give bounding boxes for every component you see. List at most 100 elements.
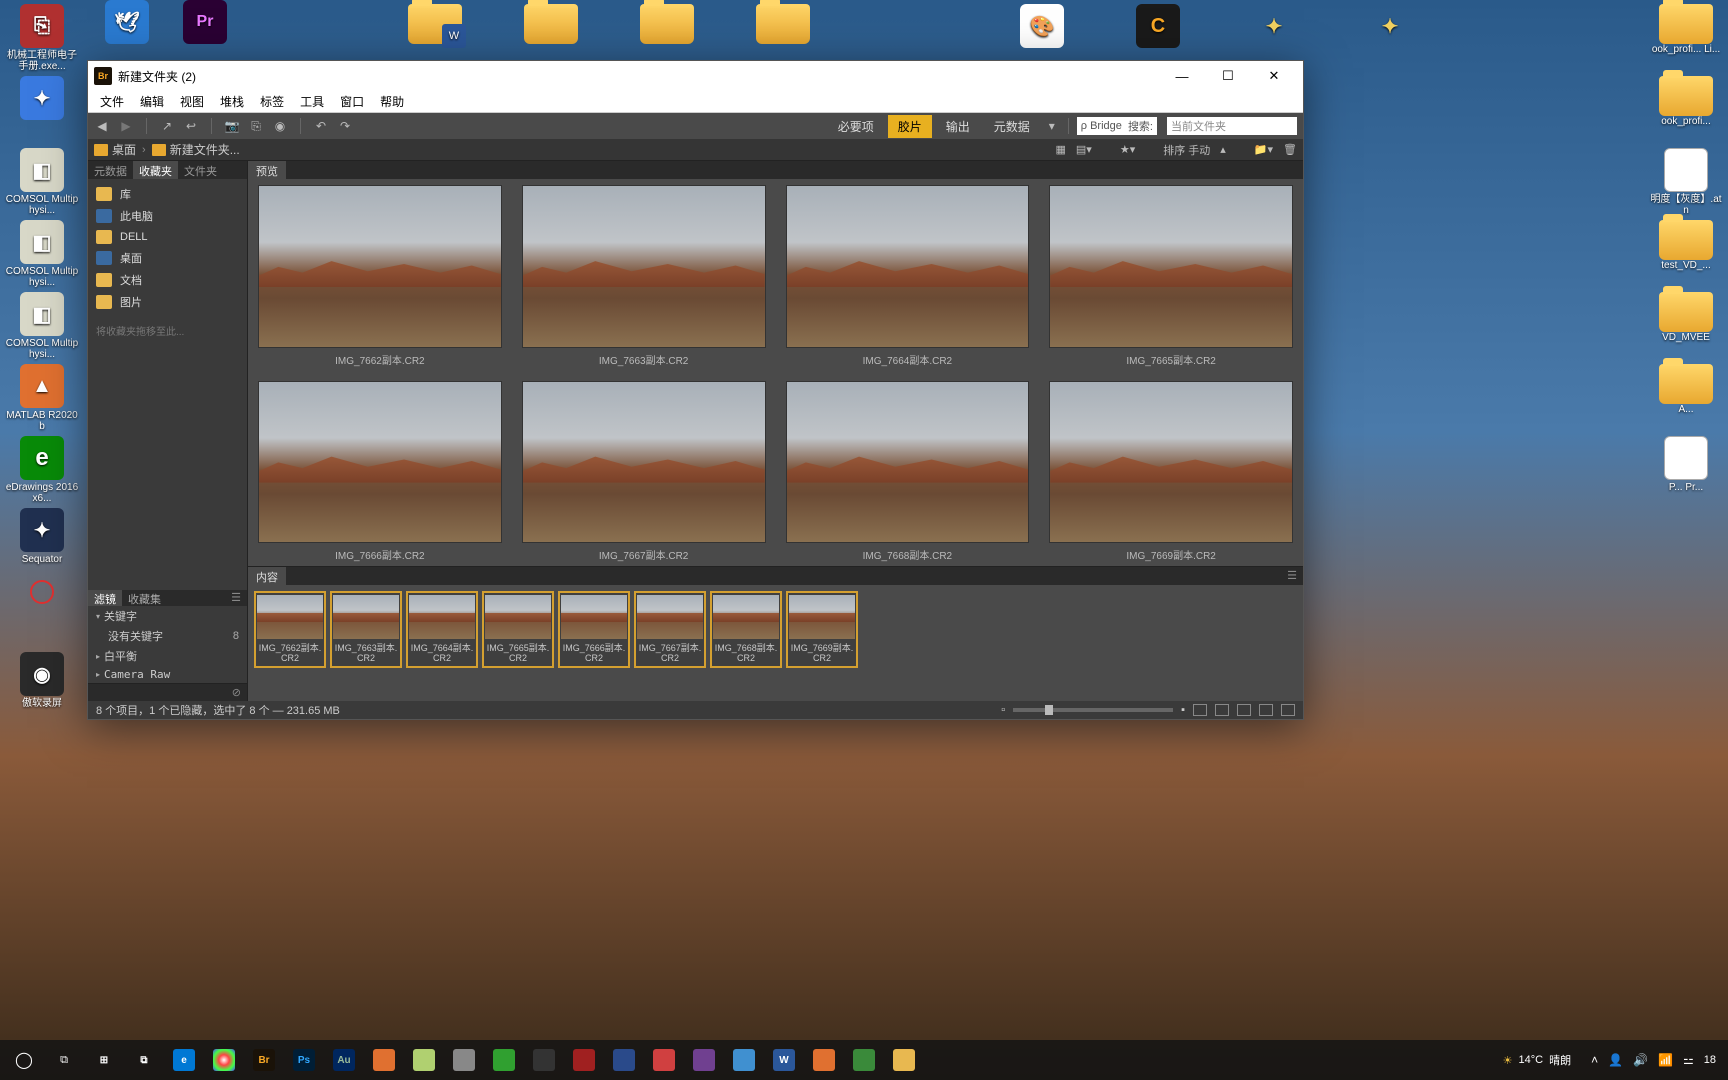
preview-grid[interactable]: IMG_7662副本.CR2IMG_7663副本.CR2IMG_7664副本.C… [248, 179, 1303, 566]
menu-window[interactable]: 窗口 [332, 91, 372, 112]
rotate-ccw-icon[interactable]: ↶ [313, 118, 329, 134]
thumbnail-image[interactable] [522, 185, 766, 348]
path-desktop[interactable]: 桌面 [112, 141, 136, 158]
tab-metadata[interactable]: 元数据 [88, 161, 133, 179]
desktop-icon[interactable]: ✦ [1351, 0, 1429, 72]
fav-pictures[interactable]: 图片 [88, 291, 247, 313]
tray-chevron-icon[interactable]: ˄ [1591, 1053, 1598, 1067]
desktop-folder[interactable]: ook_profi... Li... [1647, 0, 1725, 72]
taskbar-app[interactable] [204, 1040, 244, 1080]
taskbar-app[interactable] [404, 1040, 444, 1080]
taskbar-app[interactable] [724, 1040, 764, 1080]
thumbnail-image[interactable] [1049, 185, 1293, 348]
thumbnail[interactable]: IMG_7667副本.CR2 [522, 381, 766, 563]
start-button[interactable]: ◯ [4, 1040, 44, 1080]
thumb-larger-icon[interactable]: ▪ [1181, 704, 1185, 716]
search-input[interactable]: 当前文件夹 [1167, 117, 1297, 135]
thumbnail[interactable]: IMG_7666副本.CR2 [258, 381, 502, 563]
taskbar-app[interactable]: Au [324, 1040, 364, 1080]
filter-cameraraw[interactable]: ▸Camera Raw [88, 666, 247, 683]
thumbnail[interactable]: IMG_7662副本.CR2 [258, 185, 502, 367]
strip-thumbnail[interactable]: IMG_7663副本.CR2 [330, 591, 402, 668]
menu-stacks[interactable]: 堆栈 [212, 91, 252, 112]
panel-menu-icon[interactable]: ☰ [225, 590, 247, 606]
search-scope[interactable]: ρ Bridge 搜索: [1077, 117, 1157, 135]
thumbnail-image[interactable] [522, 381, 766, 544]
thumbnail-image[interactable] [258, 185, 502, 348]
taskbar-app[interactable] [364, 1040, 404, 1080]
view-thumb-icon[interactable] [1237, 704, 1251, 716]
taskbar-app[interactable] [844, 1040, 884, 1080]
filter-no-keywords[interactable]: 没有关键字8 [88, 626, 247, 646]
sort-label[interactable]: 排序 手动 [1163, 142, 1210, 158]
desktop-folder[interactable]: A... [1647, 360, 1725, 432]
star-filter-icon[interactable]: ★▾ [1120, 143, 1135, 156]
tray-volume-icon[interactable]: 🔊 [1633, 1053, 1648, 1067]
tab-collections[interactable]: 收藏集 [122, 590, 167, 606]
thumbnail-image[interactable] [786, 185, 1030, 348]
taskbar-app[interactable]: Br [244, 1040, 284, 1080]
workspace-metadata[interactable]: 元数据 [984, 115, 1040, 138]
strip-image[interactable] [485, 595, 551, 639]
desktop-icon[interactable]: ✦ [3, 72, 81, 144]
maximize-button[interactable]: ☐ [1205, 61, 1251, 91]
taskbar-app[interactable] [644, 1040, 684, 1080]
workspace-output[interactable]: 输出 [936, 115, 980, 138]
tab-content[interactable]: 内容 [248, 567, 286, 585]
taskbar-app[interactable] [484, 1040, 524, 1080]
menu-label[interactable]: 标签 [252, 91, 292, 112]
sort-direction-icon[interactable]: ▴ [1220, 143, 1226, 156]
taskbar-app[interactable] [884, 1040, 924, 1080]
desktop-icon-premiere[interactable]: Pr [166, 0, 244, 46]
output-icon[interactable]: ◉ [272, 118, 288, 134]
desktop-folder[interactable]: test_VD_... [1647, 216, 1725, 288]
taskbar-app[interactable]: ⊞ [84, 1040, 124, 1080]
tab-favorites[interactable]: 收藏夹 [133, 161, 178, 179]
taskbar-app[interactable] [604, 1040, 644, 1080]
thumbnail[interactable]: IMG_7668副本.CR2 [786, 381, 1030, 563]
tray-network-icon[interactable]: 📶 [1658, 1053, 1673, 1067]
desktop-icon[interactable]: ✦Sequator [3, 504, 81, 576]
refine-icon[interactable]: ⎘ [248, 118, 264, 134]
clock[interactable]: 18 [1704, 1054, 1716, 1066]
strip-image[interactable] [789, 595, 855, 639]
close-button[interactable]: ✕ [1251, 61, 1297, 91]
view-lock-icon[interactable] [1193, 704, 1207, 716]
desktop-folder[interactable]: VD_MVEE [1647, 288, 1725, 360]
strip-thumbnail[interactable]: IMG_7668副本.CR2 [710, 591, 782, 668]
cancel-icon[interactable]: ⊘ [232, 686, 241, 699]
reveal-icon[interactable]: ↗ [159, 118, 175, 134]
workspace-more-icon[interactable]: ▾ [1044, 118, 1060, 134]
menu-view[interactable]: 视图 [172, 91, 212, 112]
desktop-icon[interactable] [3, 576, 81, 648]
taskbar-app[interactable] [804, 1040, 844, 1080]
weather-widget[interactable]: ☀ 14°C 晴朗 [1503, 1052, 1571, 1068]
strip-thumbnail[interactable]: IMG_7667副本.CR2 [634, 591, 706, 668]
thumbnail-image[interactable] [786, 381, 1030, 544]
strip-image[interactable] [333, 595, 399, 639]
back-icon[interactable]: ◀ [94, 118, 110, 134]
tab-folders[interactable]: 文件夹 [178, 161, 223, 179]
strip-thumbnail[interactable]: IMG_7669副本.CR2 [786, 591, 858, 668]
taskbar-app[interactable]: e [164, 1040, 204, 1080]
desktop-icon[interactable]: ◧COMSOL Multiphysi... [3, 288, 81, 360]
content-strip[interactable]: IMG_7662副本.CR2IMG_7663副本.CR2IMG_7664副本.C… [248, 585, 1303, 701]
menu-tools[interactable]: 工具 [292, 91, 332, 112]
taskbar-app[interactable] [444, 1040, 484, 1080]
forward-icon[interactable]: ▶ [118, 118, 134, 134]
taskbar-app[interactable] [564, 1040, 604, 1080]
thumbnail[interactable]: IMG_7669副本.CR2 [1049, 381, 1293, 563]
strip-thumbnail[interactable]: IMG_7662副本.CR2 [254, 591, 326, 668]
tray-people-icon[interactable]: 👤 [1608, 1053, 1623, 1067]
fav-library[interactable]: 库 [88, 183, 247, 205]
taskbar-app[interactable]: ⧉ [124, 1040, 164, 1080]
taskbar-app[interactable]: Ps [284, 1040, 324, 1080]
view-details-icon[interactable] [1259, 704, 1273, 716]
thumbnail[interactable]: IMG_7665副本.CR2 [1049, 185, 1293, 367]
path-folder[interactable]: 新建文件夹... [170, 141, 240, 158]
fav-desktop[interactable]: 桌面 [88, 247, 247, 269]
boomerang-icon[interactable]: ↩ [183, 118, 199, 134]
taskbar-app[interactable]: W [764, 1040, 804, 1080]
rotate-cw-icon[interactable]: ↷ [337, 118, 353, 134]
trash-icon[interactable]: 🗑 [1283, 143, 1297, 156]
